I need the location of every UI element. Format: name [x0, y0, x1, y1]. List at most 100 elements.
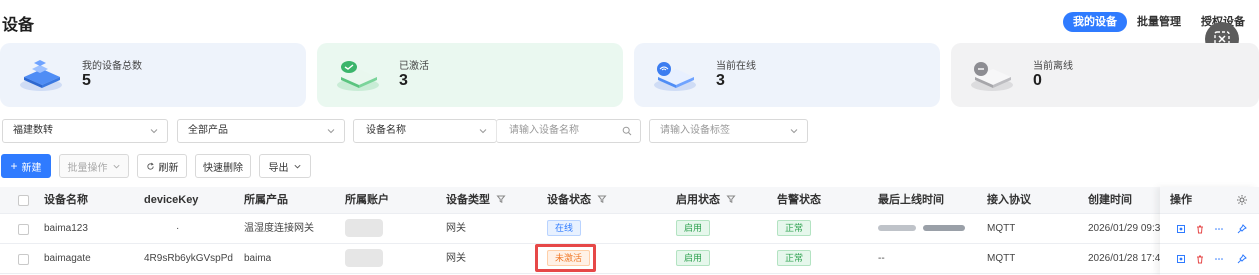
stat-value: 3 [716, 72, 725, 89]
device-name-search-input[interactable]: 请输入设备名称 [496, 119, 641, 143]
search-field-value: 设备名称 [366, 125, 406, 136]
stat-label: 已激活 [399, 61, 429, 72]
device-tag-select[interactable]: 请输入设备标签 [649, 119, 808, 143]
cell-alarm: 正常 [777, 214, 812, 244]
row-checkbox[interactable] [18, 254, 29, 265]
export-label: 导出 [268, 162, 289, 174]
tab-batch-management[interactable]: 批量管理 [1127, 12, 1191, 32]
stat-card-offline: 当前离线 0 [951, 43, 1259, 107]
offline-device-icon [971, 62, 1013, 91]
stat-value: 0 [1033, 72, 1042, 89]
refresh-label: 刷新 [158, 162, 179, 174]
filter-icon[interactable] [726, 194, 736, 204]
select-all-checkbox[interactable] [18, 195, 29, 206]
column-header-name: 设备名称 [44, 194, 88, 206]
cell-name: baima123 [44, 223, 88, 234]
tag-placeholder: 请输入设备标签 [660, 125, 730, 136]
chevron-down-icon [112, 164, 120, 168]
stat-label: 当前在线 [716, 61, 756, 72]
redacted-account [345, 249, 383, 268]
group-select[interactable]: 福建数转 [2, 119, 168, 143]
stat-label: 当前离线 [1033, 61, 1073, 72]
quick-delete-button[interactable]: 快速删除 [195, 154, 251, 178]
cell-type: 网关 [446, 223, 466, 234]
row-checkbox[interactable] [18, 224, 29, 235]
refresh-icon [146, 162, 154, 170]
status-highlight-box [535, 244, 596, 272]
redacted-time [922, 225, 965, 232]
cell-protocol: MQTT [987, 253, 1016, 264]
stat-value: 3 [399, 72, 408, 89]
stat-value: 5 [82, 72, 91, 89]
ops-column-shadow [1160, 187, 1259, 275]
page-title: 设备 [2, 17, 35, 34]
chevron-down-icon [479, 129, 487, 134]
status-header-label: 设备状态 [547, 194, 591, 206]
online-device-icon [654, 62, 696, 91]
column-header-alarm: 告警状态 [777, 194, 821, 206]
search-field-select[interactable]: 设备名称 [353, 119, 497, 143]
column-header-account: 所属账户 [345, 194, 389, 206]
new-device-label: 新建 [21, 162, 42, 174]
status-badge: 在线 [547, 220, 582, 237]
table-header: 设备名称 deviceKey 所属产品 所属账户 设备类型 设备状态 启用状态 … [0, 187, 1259, 214]
alarm-badge: 正常 [777, 250, 812, 267]
enabled-header-label: 启用状态 [676, 194, 720, 206]
redacted-time [878, 225, 916, 232]
chevron-down-icon [293, 164, 301, 168]
refresh-button[interactable]: 刷新 [137, 154, 187, 178]
type-header-label: 设备类型 [446, 194, 490, 206]
plus-icon: + [10, 159, 18, 173]
table-row: baimagate 4R9sRb6ykGVspPd baima 网关 未激活 启… [0, 244, 1259, 274]
batch-operation-label: 批量操作 [67, 162, 108, 174]
batch-operation-button[interactable]: 批量操作 [59, 154, 129, 178]
activated-device-icon [337, 61, 379, 91]
column-header-enabled: 启用状态 [676, 187, 736, 214]
cell-account [345, 244, 383, 274]
cell-enabled: 启用 [676, 244, 711, 274]
search-placeholder: 请输入设备名称 [509, 125, 579, 136]
cell-product: 温湿度连接网关 [244, 223, 314, 234]
cell-alarm: 正常 [777, 244, 812, 274]
stat-label: 我的设备总数 [82, 61, 142, 72]
filter-icon[interactable] [496, 194, 506, 204]
tab-my-devices[interactable]: 我的设备 [1063, 12, 1127, 32]
cell-last-online: -- [878, 253, 885, 264]
cell-name: baimagate [44, 253, 91, 264]
cell-last-online [878, 214, 965, 244]
column-header-status: 设备状态 [547, 187, 607, 214]
search-icon[interactable] [622, 126, 632, 136]
stat-card-total: 我的设备总数 5 [0, 43, 306, 107]
product-select-value: 全部产品 [188, 125, 228, 136]
group-select-value: 福建数转 [13, 125, 53, 136]
chevron-down-icon [790, 129, 798, 134]
cell-account [345, 214, 383, 244]
cell-device-key: 4R9sRb6ykGVspPd [144, 253, 233, 264]
new-device-button[interactable]: + 新建 [1, 154, 51, 178]
filter-icon[interactable] [597, 194, 607, 204]
cell-protocol: MQTT [987, 223, 1016, 234]
table-row: baima123 · 温湿度连接网关 网关 在线 启用 正常 MQTT 2026… [0, 214, 1259, 244]
stat-card-online: 当前在线 3 [634, 43, 940, 107]
product-select[interactable]: 全部产品 [177, 119, 345, 143]
enabled-badge: 启用 [676, 250, 711, 267]
redacted-account [345, 219, 383, 238]
chevron-down-icon [150, 129, 158, 134]
column-header-device-key: deviceKey [144, 194, 199, 206]
column-header-last-online: 最后上线时间 [878, 194, 944, 206]
column-header-protocol: 接入协议 [987, 194, 1031, 206]
chevron-down-icon [327, 129, 335, 134]
column-header-type: 设备类型 [446, 187, 506, 214]
cell-type: 网关 [446, 253, 466, 264]
cell-device-key: · [176, 223, 180, 234]
alarm-badge: 正常 [777, 220, 812, 237]
cell-status: 在线 [547, 214, 582, 244]
stat-card-activated: 已激活 3 [317, 43, 623, 107]
column-header-created: 创建时间 [1088, 194, 1132, 206]
export-button[interactable]: 导出 [259, 154, 311, 178]
cell-created: 2026/01/29 09:30:2 [1088, 223, 1160, 234]
device-stack-icon [20, 60, 62, 91]
cell-product: baima [244, 253, 272, 264]
enabled-badge: 启用 [676, 220, 711, 237]
quick-delete-label: 快速删除 [203, 162, 243, 174]
